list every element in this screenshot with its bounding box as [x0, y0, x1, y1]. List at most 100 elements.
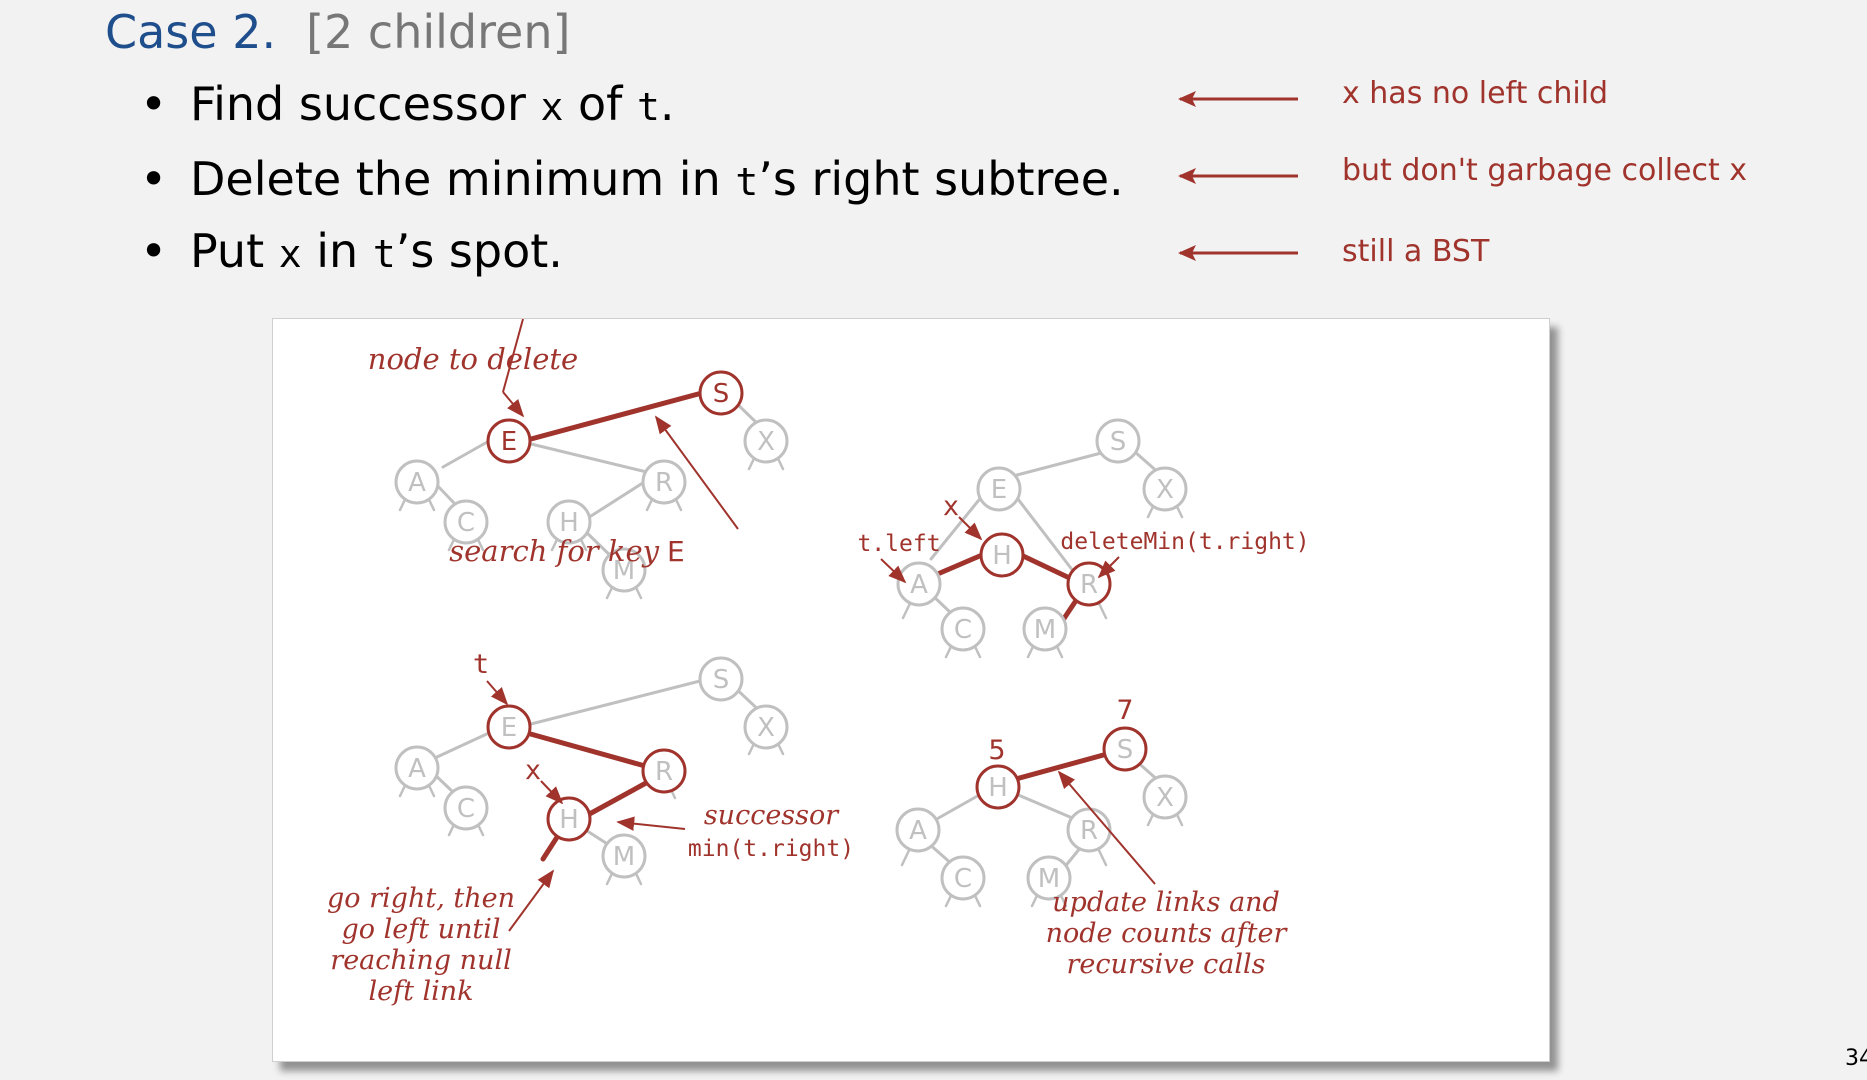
bullet-text: .	[659, 77, 675, 131]
left-arrow-icon	[1178, 91, 1298, 107]
label-t: t	[473, 649, 489, 680]
pointer-arrow	[958, 516, 983, 541]
svg-text:M: M	[613, 842, 635, 872]
svg-text:go left until: go left until	[341, 914, 500, 945]
pointer-arrow	[616, 816, 686, 831]
tree1-node: E	[486, 418, 532, 464]
count-s: 7	[1116, 695, 1133, 726]
pointer-arrow	[502, 391, 525, 418]
bullet-text: Delete the minimum in	[190, 152, 736, 206]
label-node-to-delete: node to delete	[368, 342, 578, 376]
svg-text:S: S	[713, 665, 730, 695]
tree3-node: H	[979, 532, 1025, 578]
label-update-links: update links and node counts after recur…	[1046, 887, 1289, 980]
svg-text:H: H	[559, 805, 579, 835]
tree2-node: M	[601, 833, 647, 879]
svg-text:R: R	[1080, 570, 1098, 600]
tree2-node: H	[546, 796, 592, 842]
tree3-node: X	[1142, 466, 1188, 512]
tree3-node: A	[896, 561, 942, 607]
svg-text:recursive calls: recursive calls	[1067, 949, 1266, 980]
tree4-node: A	[895, 807, 941, 853]
label-go-right: go right, then go left until reaching nu…	[327, 883, 515, 1007]
tree1-node: R	[641, 459, 687, 505]
note-no-garbage-collect: but don't garbage collect x	[1342, 153, 1748, 188]
tree4-node: H	[975, 764, 1021, 810]
tree4-node: S	[1102, 726, 1148, 772]
svg-text:C: C	[457, 794, 475, 824]
bullet-text: Find successor	[190, 77, 541, 131]
svg-text:A: A	[408, 468, 426, 498]
tree3-node: E	[976, 466, 1022, 512]
count-h: 5	[988, 735, 1005, 766]
code-token: t	[636, 85, 660, 129]
svg-text:go right, then: go right, then	[327, 883, 515, 914]
tree1-node: A	[394, 459, 440, 505]
tree3-node: M	[1022, 606, 1068, 652]
svg-text:E: E	[991, 475, 1007, 505]
label-search-key: E	[667, 535, 685, 568]
tree2-node: R	[641, 748, 687, 794]
tree3-node: S	[1095, 418, 1141, 464]
tree-2: S E X A R C H M t x successor min(t.righ…	[327, 649, 854, 1007]
tree3-node: C	[940, 606, 986, 652]
label-x: x	[943, 491, 959, 522]
tree2-node: S	[698, 656, 744, 702]
note-no-left-child: x has no left child	[1342, 76, 1609, 111]
label-t-left: t.left	[857, 531, 940, 557]
tree2-node: E	[486, 704, 532, 750]
tree1-node: X	[743, 418, 789, 464]
tree2-node: C	[443, 785, 489, 831]
svg-text:X: X	[1156, 475, 1174, 505]
code-token: x	[540, 85, 564, 129]
label-x: x	[525, 755, 541, 786]
case-subtitle: [2 children]	[306, 5, 571, 59]
case-label: Case 2.	[105, 5, 277, 59]
left-arrow-icon	[1178, 245, 1298, 261]
code-token: t	[735, 160, 759, 204]
svg-text:R: R	[655, 757, 673, 787]
bullet-find-successor: • Find successor x of t.	[140, 77, 675, 131]
svg-text:C: C	[954, 864, 972, 894]
left-arrow-icon	[1178, 168, 1298, 184]
tree3-node: R	[1066, 561, 1112, 607]
bullet-put-x: • Put x in t’s spot.	[140, 224, 563, 278]
svg-text:A: A	[408, 754, 426, 784]
tree2-node: A	[394, 745, 440, 791]
bullet-text: Put	[190, 224, 279, 278]
tree2-node: X	[743, 704, 789, 750]
tree-4: S H X A R C M 7 5 update links and node …	[895, 695, 1289, 980]
pointer-arrow	[508, 869, 555, 932]
tree-3: S E X H A R C M x t.left deleteMin(t.rig…	[857, 418, 1310, 659]
bullet-text: in	[301, 224, 373, 278]
svg-text:E: E	[501, 713, 517, 743]
tree4-node: C	[940, 855, 986, 901]
svg-text:E: E	[501, 427, 517, 457]
svg-text:update links and: update links and	[1052, 887, 1280, 918]
pointer-arrow	[540, 780, 564, 805]
code-token: t	[372, 232, 396, 276]
slide-heading: Case 2. [2 children]	[105, 4, 570, 60]
svg-text:C: C	[954, 615, 972, 645]
bullet-text: of	[563, 77, 637, 131]
label-deletemin: deleteMin(t.right)	[1060, 529, 1309, 555]
svg-text:R: R	[1080, 816, 1098, 846]
svg-text:H: H	[992, 541, 1012, 571]
svg-text:A: A	[909, 816, 927, 846]
tree4-node: X	[1142, 774, 1188, 820]
diagram-panel: S E X A R C H M node to delete search fo…	[272, 318, 1550, 1062]
bullet-delete-minimum: • Delete the minimum in t’s right subtree…	[140, 152, 1124, 206]
pointer-arrow	[486, 680, 509, 706]
svg-text:S: S	[713, 379, 730, 409]
tree4-node: R	[1066, 807, 1112, 853]
svg-text:A: A	[910, 570, 928, 600]
bullet-text: ’s spot.	[395, 224, 563, 278]
svg-text:S: S	[1117, 735, 1134, 765]
tree-1: S E X A R C H M node to delete search fo…	[368, 319, 789, 600]
svg-text:R: R	[655, 468, 673, 498]
label-search-for-key: search for key	[449, 534, 659, 568]
code-token: x	[278, 232, 302, 276]
svg-text:reaching null: reaching null	[330, 945, 511, 976]
svg-text:left link: left link	[368, 976, 473, 1007]
svg-text:X: X	[757, 713, 775, 743]
